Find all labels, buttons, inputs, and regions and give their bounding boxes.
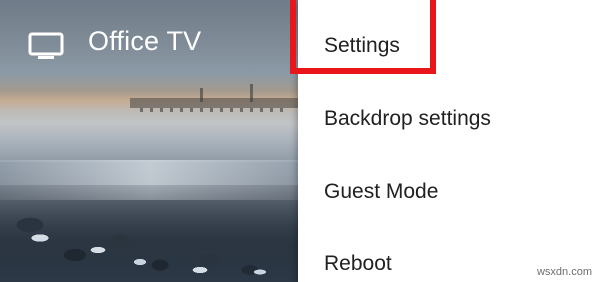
pier (130, 98, 300, 112)
snow (0, 210, 300, 282)
watermark: wsxdn.com (536, 266, 592, 278)
menu-item-settings[interactable]: Settings (298, 18, 600, 74)
screen: Office TV Settings Backdrop settings Gue… (0, 0, 600, 282)
tv-icon (28, 32, 64, 60)
device-title: Office TV (88, 26, 202, 56)
menu-item-guest-mode[interactable]: Guest Mode (298, 164, 600, 220)
overflow-menu: Settings Backdrop settings Guest Mode Re… (298, 0, 600, 282)
app-header: Office TV (0, 0, 300, 92)
menu-item-backdrop-settings[interactable]: Backdrop settings (298, 91, 600, 147)
